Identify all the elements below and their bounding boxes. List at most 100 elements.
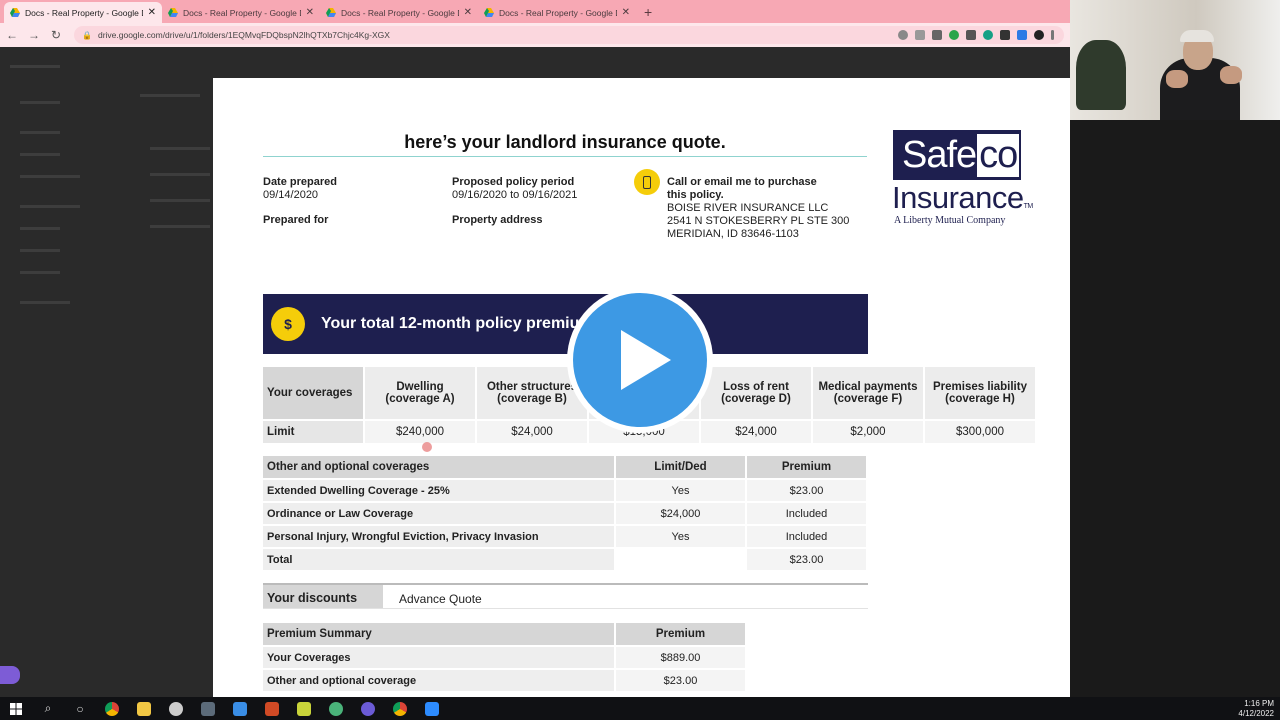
premium-banner: $ Your total 12-month policy premiu <box>263 294 868 354</box>
logo-safe: Safe <box>902 133 977 176</box>
play-button[interactable] <box>567 287 713 433</box>
table-cell: $2,000 <box>813 421 923 443</box>
policy-period: Proposed policy period 09/16/2020 to 09/… <box>452 176 577 202</box>
column-header: Loss of rent (coverage D) <box>701 367 811 419</box>
recording-badge-icon[interactable] <box>0 666 20 684</box>
tab-title: Docs - Real Property - Google D <box>499 7 617 18</box>
prepared-for-label: Prepared for <box>263 214 329 226</box>
star-icon[interactable] <box>932 30 942 40</box>
date-value: 09/14/2020 <box>263 189 319 201</box>
zoom-icon[interactable] <box>898 30 908 40</box>
table-row: Other and optional coverages Limit/Ded P… <box>263 456 866 478</box>
system-clock[interactable]: 1:16 PM 4/12/2022 <box>1238 699 1274 719</box>
column-header: Your coverages <box>263 367 363 419</box>
app-icon[interactable] <box>160 697 192 720</box>
url-text: drive.google.com/drive/u/1/folders/1EQMv… <box>97 30 390 40</box>
notes-icon[interactable] <box>288 697 320 720</box>
lock-icon: 🔒 <box>82 30 92 40</box>
table-cell: Total <box>263 549 614 570</box>
task-view-icon[interactable]: ○ <box>64 697 96 720</box>
close-tab-icon[interactable]: ✕ <box>622 7 630 18</box>
extension-dark-icon[interactable] <box>1000 30 1010 40</box>
new-tab-icon[interactable]: + <box>644 4 652 20</box>
plant <box>1076 40 1126 110</box>
play-icon <box>573 293 707 427</box>
logo-insurance: InsuranceTM <box>892 180 1033 216</box>
clock-date: 4/12/2022 <box>1238 709 1274 718</box>
agency-street: 2541 N STOKESBERRY PL STE 300 <box>667 215 850 227</box>
close-tab-icon[interactable]: ✕ <box>148 7 156 18</box>
optional-coverages-table: Other and optional coverages Limit/Ded P… <box>261 454 868 572</box>
back-icon[interactable]: ← <box>6 28 18 42</box>
chrome-icon[interactable] <box>96 697 128 720</box>
table-cell: Included <box>747 503 866 524</box>
date-prepared: Date prepared 09/14/2020 <box>263 176 337 202</box>
profile-icon[interactable] <box>1034 30 1044 40</box>
table-row: Premium Summary Premium <box>263 623 745 645</box>
table-cell: Yes <box>616 526 745 547</box>
table-cell: Your Coverages <box>263 647 614 668</box>
menu-icon[interactable] <box>1051 30 1054 40</box>
store-icon[interactable] <box>224 697 256 720</box>
forward-icon[interactable]: → <box>28 28 40 42</box>
windows-start-icon[interactable] <box>0 697 32 720</box>
table-cell: Included <box>747 526 866 547</box>
table-cell: $24,000 <box>701 421 811 443</box>
table-row: Extended Dwelling Coverage - 25% Yes $23… <box>263 480 866 501</box>
discounts-value: Advance Quote <box>399 592 482 606</box>
close-tab-icon[interactable]: ✕ <box>306 7 314 18</box>
extension-green-icon[interactable] <box>949 30 959 40</box>
table-cell: Yes <box>616 480 745 501</box>
drive-icon <box>10 8 20 17</box>
tab-title: Docs - Real Property - Google D <box>341 7 459 18</box>
table-row: Total $23.00 <box>263 549 866 570</box>
column-header: Limit/Ded <box>616 456 745 478</box>
table-row: Your Coverages $889.00 <box>263 647 745 668</box>
side-panel-dark <box>1070 120 1280 697</box>
column-header: Other and optional coverages <box>263 456 614 478</box>
column-header: Premium Summary <box>263 623 614 645</box>
calculator-icon[interactable] <box>192 697 224 720</box>
table-cell: Ordinance or Law Coverage <box>263 503 614 524</box>
column-header: Premium <box>616 623 745 645</box>
table-row: Ordinance or Law Coverage $24,000 Includ… <box>263 503 866 524</box>
table-cell: $889.00 <box>616 647 745 668</box>
browser-tab[interactable]: Docs - Real Property - Google D ✕ <box>320 2 478 23</box>
reload-icon[interactable]: ↻ <box>50 28 62 42</box>
extensions-toolbar <box>898 28 1054 40</box>
browser-tab[interactable]: Docs - Real Property - Google D ✕ <box>4 2 162 23</box>
table-row: Personal Injury, Wrongful Eviction, Priv… <box>263 526 866 547</box>
mouse-cursor <box>422 442 432 452</box>
phone-icon <box>634 169 660 195</box>
address-label: Property address <box>452 214 543 226</box>
agency-city: MERIDIAN, ID 83646-1103 <box>667 228 799 240</box>
search-icon[interactable]: ⌕ <box>32 697 64 720</box>
slack-icon[interactable] <box>320 697 352 720</box>
extension-gray-icon[interactable] <box>966 30 976 40</box>
extension-blue-icon[interactable] <box>1017 30 1027 40</box>
logo-tagline: A Liberty Mutual Company <box>894 215 1006 226</box>
safeco-logo: Safe co <box>893 130 1021 180</box>
grammarly-icon[interactable] <box>983 30 993 40</box>
prepared-for: Prepared for <box>263 214 328 227</box>
browser-tab[interactable]: Docs - Real Property - Google D ✕ <box>162 2 320 23</box>
browser-tabbar: Docs - Real Property - Google D ✕ Docs -… <box>0 0 1070 23</box>
share-icon[interactable] <box>915 30 925 40</box>
column-header: Dwelling (coverage A) <box>365 367 475 419</box>
table-cell: $23.00 <box>747 480 866 501</box>
office-icon[interactable] <box>256 697 288 720</box>
close-tab-icon[interactable]: ✕ <box>464 7 472 18</box>
browser-tab[interactable]: Docs - Real Property - Google D ✕ <box>478 2 636 23</box>
logo-insurance-text: Insurance <box>892 180 1024 215</box>
logo-co: co <box>977 133 1020 177</box>
chrome-profile-icon[interactable] <box>384 697 416 720</box>
discounts-label: Your discounts <box>263 585 383 608</box>
agent-contact: Call or email me to purchase this policy… <box>667 176 849 241</box>
url-input[interactable]: 🔒 drive.google.com/drive/u/1/folders/1EQ… <box>74 26 1064 44</box>
table-cell: $23.00 <box>616 670 745 691</box>
agency-name: BOISE RIVER INSURANCE LLC <box>667 202 829 214</box>
webcam-video <box>1070 0 1280 120</box>
zoom-app-icon[interactable] <box>416 697 448 720</box>
settings-icon[interactable] <box>352 697 384 720</box>
file-explorer-icon[interactable] <box>128 697 160 720</box>
